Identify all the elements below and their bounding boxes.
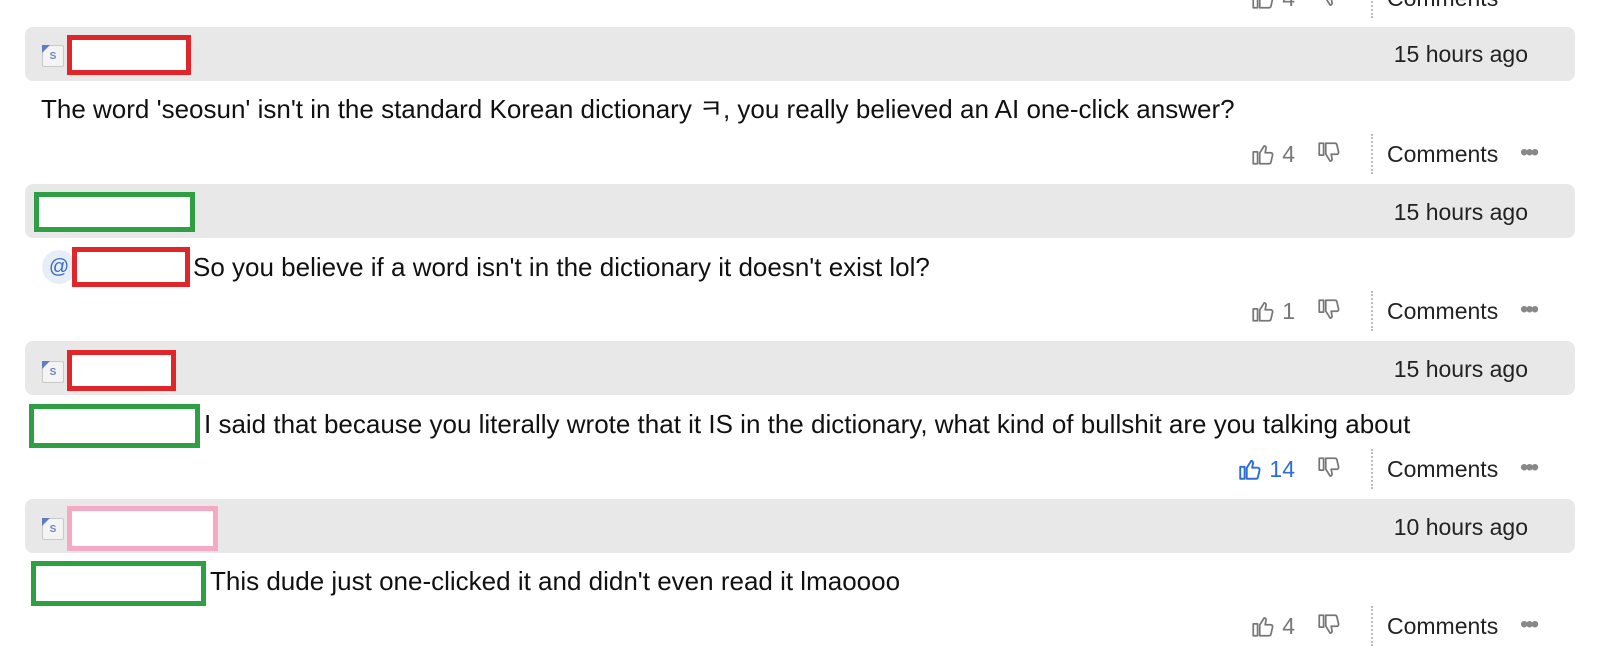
more-icon[interactable]: ••• (1520, 0, 1539, 9)
timestamp: 15 hours ago (1393, 199, 1528, 225)
redacted-mention-username (72, 247, 190, 287)
comment-header (25, 499, 1575, 553)
comment-text: I said that because you literally wrote … (204, 409, 1411, 439)
top-action-row-partial: 4 Comments ••• (0, 0, 1600, 18)
separator (1371, 0, 1373, 18)
comments-button[interactable]: Comments (1387, 139, 1498, 169)
comment-actions: 1 Comments ••• (0, 291, 1600, 331)
dislike-button[interactable] (1316, 0, 1342, 11)
separator (1371, 449, 1373, 489)
like-button[interactable]: 4 (1250, 0, 1295, 16)
thumbs-down-icon (1318, 457, 1340, 477)
redacted-username (67, 350, 176, 391)
separator (1371, 606, 1373, 646)
redacted-mention-username (29, 404, 200, 448)
redacted-username (34, 192, 195, 232)
user-level-icon: S (42, 361, 64, 383)
like-button[interactable]: 4 (1250, 608, 1295, 644)
timestamp: 10 hours ago (1393, 514, 1528, 540)
user-level-icon: S (42, 518, 64, 540)
like-count: 14 (1269, 455, 1295, 482)
comments-button[interactable]: Comments (1387, 296, 1498, 326)
separator (1371, 134, 1373, 174)
thumbs-up-icon (1252, 0, 1274, 9)
thumbs-down-icon (1318, 614, 1340, 634)
more-icon[interactable]: ••• (1520, 298, 1539, 322)
comment-text: This dude just one-clicked it and didn't… (210, 566, 901, 596)
redacted-username (67, 35, 191, 75)
thumbs-down-icon (1318, 299, 1340, 319)
timestamp: 15 hours ago (1393, 41, 1528, 67)
dislike-button[interactable] (1316, 296, 1342, 324)
thumbs-up-icon (1239, 459, 1261, 480)
comment-actions: 14 Comments ••• (0, 449, 1600, 489)
dislike-button[interactable] (1316, 139, 1342, 167)
thumbs-up-icon (1252, 145, 1274, 165)
like-button[interactable]: 1 (1250, 293, 1295, 329)
dislike-button[interactable] (1316, 454, 1342, 482)
dislike-button[interactable] (1316, 611, 1342, 639)
comment-text: So you believe if a word isn't in the di… (193, 252, 930, 282)
comment-header (25, 184, 1575, 238)
thumbs-up-icon (1252, 302, 1274, 322)
user-level-icon: S (42, 45, 64, 67)
more-icon[interactable]: ••• (1520, 141, 1539, 165)
comment-text: The word 'seosun' isn't in the standard … (41, 94, 1235, 124)
like-count: 4 (1282, 0, 1295, 12)
like-button[interactable]: 4 (1250, 136, 1295, 172)
comments-button[interactable]: Comments (1387, 454, 1498, 484)
redacted-username (67, 506, 218, 551)
like-button[interactable]: 14 (1237, 451, 1295, 487)
redacted-mention-username (31, 561, 206, 606)
more-icon[interactable]: ••• (1520, 456, 1539, 480)
timestamp: 15 hours ago (1393, 356, 1528, 382)
comment-header (25, 341, 1575, 395)
thumbs-down-icon (1319, 0, 1333, 6)
comment-actions: 4 Comments ••• (0, 606, 1600, 646)
like-count: 4 (1282, 612, 1295, 639)
mention-icon: @ (42, 250, 76, 284)
more-icon[interactable]: ••• (1520, 613, 1539, 637)
comment-header (25, 27, 1575, 81)
comments-button[interactable]: Comments (1387, 0, 1498, 13)
comments-button[interactable]: Comments (1387, 611, 1498, 641)
comment-actions: 4 Comments ••• (0, 134, 1600, 174)
thumbs-up-icon (1252, 617, 1274, 637)
thumbs-down-icon (1318, 142, 1340, 162)
like-count: 1 (1282, 297, 1295, 324)
like-count: 4 (1282, 140, 1295, 167)
separator (1371, 291, 1373, 331)
